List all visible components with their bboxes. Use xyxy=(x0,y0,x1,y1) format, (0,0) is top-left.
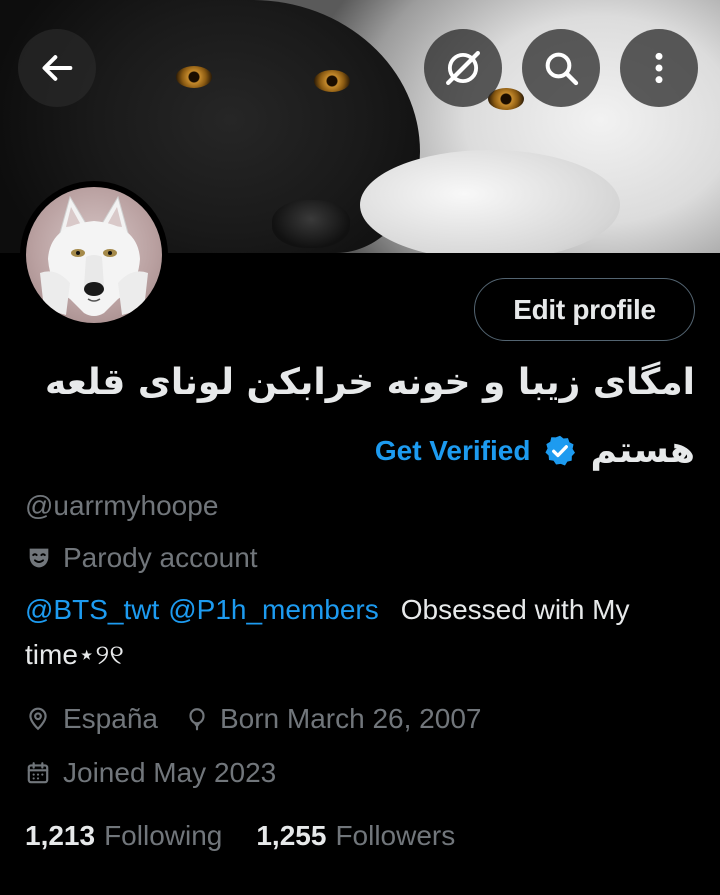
display-name-end: هستم xyxy=(590,430,695,471)
banner-wolf-eye xyxy=(314,70,350,92)
bio-text: Obsessed with My xyxy=(400,594,630,625)
following-count: 1,213 xyxy=(25,820,96,851)
location-text: España xyxy=(63,703,158,734)
more-vertical-icon xyxy=(655,52,663,84)
get-verified-link[interactable]: Get Verified xyxy=(375,435,531,467)
balloon-icon xyxy=(189,708,205,731)
verified-badge-icon[interactable] xyxy=(542,433,578,469)
followers-link[interactable]: 1,255 Followers xyxy=(256,820,455,852)
followers-count: 1,255 xyxy=(256,820,327,851)
followers-label: Followers xyxy=(335,820,456,851)
bio-line1: @BTS_twt @P1h_members Obsessed with My xyxy=(25,594,630,626)
banner-black-wolf-nose xyxy=(272,200,350,248)
profile-handle: @uarrmyhoope xyxy=(25,490,219,521)
location-pin-icon xyxy=(29,707,47,731)
banner-white-wolf-snout xyxy=(360,150,620,253)
avatar-image xyxy=(26,187,162,323)
birthday-text: Born March 26, 2007 xyxy=(219,703,482,734)
display-name-line1: امگای زیبا و خونه خرابکن لونای قلعه xyxy=(44,362,695,403)
theater-mask-icon xyxy=(29,548,49,568)
calendar-icon xyxy=(27,762,49,784)
following-label: Following xyxy=(104,820,223,851)
arrow-left-icon xyxy=(42,55,73,81)
parody-label: Parody account xyxy=(63,542,258,573)
grok-button[interactable] xyxy=(424,29,502,107)
more-options-button[interactable] xyxy=(620,29,698,107)
parody-label-row: Parody account xyxy=(25,542,258,574)
profile-avatar[interactable] xyxy=(20,181,168,329)
following-link[interactable]: 1,213 Following xyxy=(25,820,222,852)
banner-wolf-eye xyxy=(176,66,212,88)
bio-line2: time⋆୨୧ xyxy=(25,639,124,670)
location-row: España Born March 26, 2007 xyxy=(25,703,481,735)
white-wolf-image xyxy=(40,195,148,316)
follow-stats: 1,213 Following 1,255 Followers xyxy=(25,820,455,852)
search-icon xyxy=(545,52,579,86)
search-button[interactable] xyxy=(522,29,600,107)
back-button[interactable] xyxy=(18,29,96,107)
bio-mention-p1h[interactable]: @P1h_members xyxy=(168,594,379,626)
display-name-line2: Get Verified هستم xyxy=(375,430,695,471)
grok-slash-icon xyxy=(446,51,480,85)
joined-row: Joined May 2023 xyxy=(25,757,276,789)
joined-text: Joined May 2023 xyxy=(63,757,277,788)
edit-profile-button[interactable]: Edit profile xyxy=(474,278,695,341)
bio-mention-bts[interactable]: @BTS_twt xyxy=(25,594,159,626)
